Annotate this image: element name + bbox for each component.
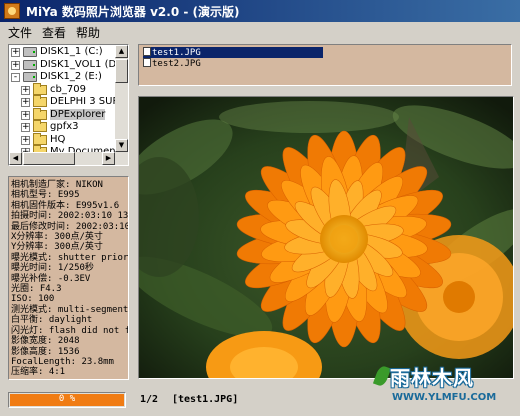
image-file-icon — [143, 58, 151, 67]
page-indicator: 1/2 — [140, 394, 159, 405]
tree-item-label: DISK1_VOL1 (D:) — [40, 58, 124, 70]
exif-line: 最后修改时间: 2002:03:10 — [11, 221, 129, 232]
flower-photo — [139, 97, 513, 378]
expand-icon[interactable]: + — [21, 110, 30, 120]
exif-lines: 相机制造厂家: NIKON 相机型号: E995 相机固件版本: E995v1.6 拍… — [11, 180, 128, 378]
expand-icon[interactable]: + — [11, 48, 20, 57]
progress-bar: 0 % — [8, 392, 126, 408]
tree-item-label: gpfx3 — [50, 121, 79, 132]
menu-file[interactable]: 文件 — [8, 24, 32, 41]
exif-line: 影像宽度: 2048 — [11, 336, 80, 347]
menu-view[interactable]: 查看 — [42, 24, 66, 41]
tree-item-label: HQ — [50, 133, 66, 145]
tree-item-label: DELPHI 3 SUP — [50, 96, 119, 107]
watermark-url: WWW.YLMFU.COM — [392, 392, 497, 403]
drive-icon — [23, 59, 37, 70]
exif-line: 相机制造厂家: NIKON — [11, 180, 103, 190]
exif-line: 曝光补偿: -0.3EV — [11, 273, 91, 284]
expand-icon[interactable]: + — [21, 98, 30, 107]
exif-line: 光圈: F4.3 — [11, 284, 62, 295]
exif-line: 相机固件版本: E995v1.6 — [11, 200, 120, 211]
current-file-name: [test1.JPG] — [172, 394, 239, 405]
watermark-logo: 雨林木风 WWW.YLMFU.COM — [370, 356, 516, 412]
exif-line: 拍摄时间: 2002:03:10 13: — [11, 211, 129, 222]
exif-line: 曝光模式: shutter priori — [11, 252, 129, 263]
folder-icon — [33, 107, 47, 120]
exif-line: 曝光时间: 1/250秒 — [11, 263, 94, 274]
scroll-left-arrow-icon[interactable]: ◀ — [9, 152, 22, 165]
folder-icon — [33, 120, 47, 132]
tree-item-label: DISK1_2 (E:) — [40, 71, 102, 82]
app-icon — [4, 3, 20, 19]
file-list[interactable]: test1.JPG test2.JPG — [138, 44, 512, 86]
file-row-test1[interactable]: test1.JPG — [143, 47, 323, 58]
exif-line: 闪光灯: flash did not fi — [11, 325, 129, 336]
drive-icon — [23, 47, 37, 57]
expand-icon[interactable]: + — [21, 135, 30, 145]
exif-line: 相机型号: E995 — [11, 190, 80, 201]
progress-text: 0 % — [58, 394, 76, 404]
menu-bar: 文件 查看 帮助 — [0, 22, 520, 40]
scroll-down-arrow-icon[interactable]: ▼ — [115, 139, 128, 152]
exif-line: 白平衡: daylight — [11, 315, 93, 326]
tree-horizontal-scrollbar[interactable]: ◀ ▶ — [9, 152, 128, 165]
exif-line: 影像高度: 1536 — [11, 346, 80, 357]
exif-line: Y分辨率: 300点/英寸 — [11, 242, 103, 253]
collapse-icon[interactable]: - — [11, 73, 20, 82]
exif-line: 压缩率: 4:1 — [11, 367, 66, 378]
expand-icon[interactable]: + — [21, 123, 30, 132]
exif-line: 测光模式: multi-segment — [11, 304, 129, 315]
folder-icon — [33, 95, 47, 107]
scroll-thumb[interactable] — [115, 59, 128, 83]
folder-icon — [33, 132, 47, 145]
tree-item-label: cb_709 — [50, 83, 86, 95]
expand-icon[interactable]: + — [11, 60, 20, 70]
scroll-right-arrow-icon[interactable]: ▶ — [102, 152, 115, 165]
leaf-icon — [372, 364, 392, 388]
expand-icon[interactable]: + — [21, 85, 30, 95]
file-row-test2[interactable]: test2.JPG — [143, 58, 201, 69]
folder-icon — [33, 82, 47, 95]
exif-line: ISO: 100 — [11, 294, 55, 305]
window-title: MiYa 数码照片浏览器 v2.0 - (演示版) — [26, 5, 240, 19]
tree-vertical-scrollbar[interactable]: ▲ ▼ — [115, 45, 128, 165]
image-file-icon — [143, 47, 151, 56]
folder-tree[interactable]: + DISK1_1 (C:) + DISK1_VOL1 (D:) - DISK1_2 (E… — [8, 44, 129, 166]
file-name: test1.JPG — [152, 48, 201, 58]
photo-preview[interactable] — [138, 96, 514, 379]
title-bar[interactable]: MiYa 数码照片浏览器 v2.0 - (演示版) — [0, 0, 520, 22]
hscroll-thumb[interactable] — [23, 152, 75, 165]
exif-line: FocalLength: 23.8mm — [11, 356, 114, 367]
file-name: test2.JPG — [152, 59, 201, 69]
watermark-main-text: 雨林木风 — [390, 366, 474, 390]
exif-line: X分辨率: 300点/英寸 — [11, 232, 103, 243]
tree-item-label: DISK1_1 (C:) — [40, 46, 103, 57]
menu-help[interactable]: 帮助 — [76, 24, 100, 41]
exif-info-panel: 相机制造厂家: NIKON 相机型号: E995 相机固件版本: E995v1.6 拍… — [8, 176, 129, 380]
scroll-up-arrow-icon[interactable]: ▲ — [115, 45, 128, 58]
tree-item-label: DPExplorer — [50, 108, 106, 120]
drive-icon — [23, 72, 37, 82]
